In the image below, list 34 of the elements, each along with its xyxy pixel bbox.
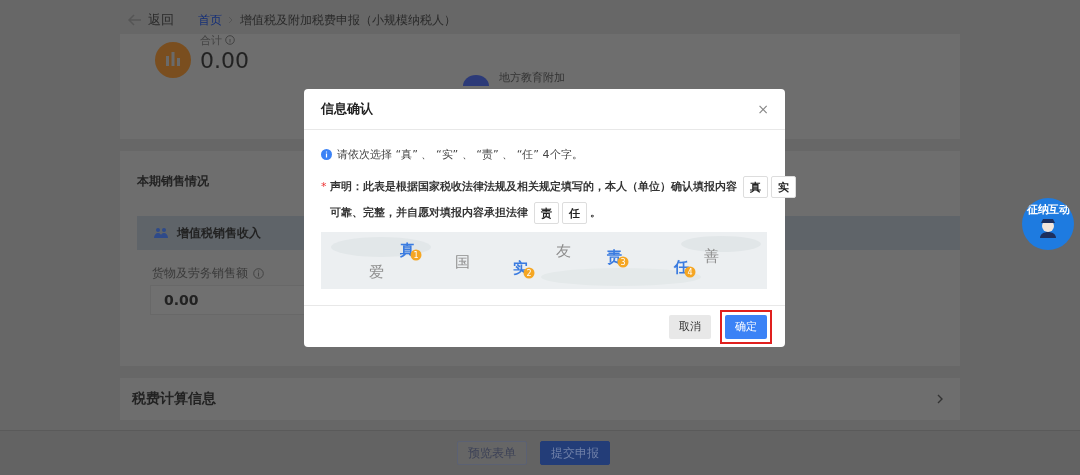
captcha-character[interactable]: 友: [555, 243, 571, 259]
character-slot: 任: [561, 202, 587, 224]
footer-button[interactable]: 提交申报: [539, 441, 610, 465]
character-slot: 责: [533, 202, 559, 224]
dialog-button[interactable]: 确定: [725, 314, 767, 339]
statement-text: 可靠、完整，并自愿对填报内容承担法律: [329, 206, 528, 220]
captcha-character[interactable]: 善: [703, 248, 719, 264]
captcha-character[interactable]: 国: [454, 254, 470, 270]
section-title: 本期销售情况: [137, 173, 209, 190]
band-title: 增值税销售收入: [177, 224, 261, 242]
back-link[interactable]: 返回: [148, 11, 174, 29]
chevron-right-icon: [937, 394, 944, 404]
hint-text: 请依次选择 “真” 、 “实” 、 “责” 、 “任” 4个字。: [337, 147, 583, 162]
dialog-title: 信息确认: [321, 100, 373, 118]
captcha-character[interactable]: 爱: [368, 264, 384, 280]
people-icon: [154, 227, 168, 239]
statement-text: 。: [589, 206, 601, 220]
statement-text: 声明：此表是根据国家税收法律法规及相关规定填写的，本人（单位）确认填报内容: [329, 180, 737, 194]
person-icon: [1037, 218, 1059, 238]
mascot-badge[interactable]: 征纳互动: [1022, 198, 1074, 250]
close-button[interactable]: ×: [757, 101, 769, 117]
required-mark: *: [321, 179, 327, 195]
mascot-label: 征纳互动: [1027, 203, 1069, 216]
breadcrumb-link[interactable]: 首页: [198, 11, 222, 29]
total-value: 0.00: [200, 47, 249, 75]
bar-chart-icon: [155, 42, 191, 78]
calc-card[interactable]: 税费计算信息: [120, 378, 960, 420]
character-slot: 实: [770, 176, 796, 198]
section-title: 税费计算信息: [132, 390, 216, 408]
dialog-button[interactable]: 取消: [669, 314, 711, 339]
character-slot: 真: [742, 176, 768, 198]
info-icon: [225, 35, 235, 45]
info-icon: [253, 268, 264, 279]
info-icon: [321, 149, 332, 160]
